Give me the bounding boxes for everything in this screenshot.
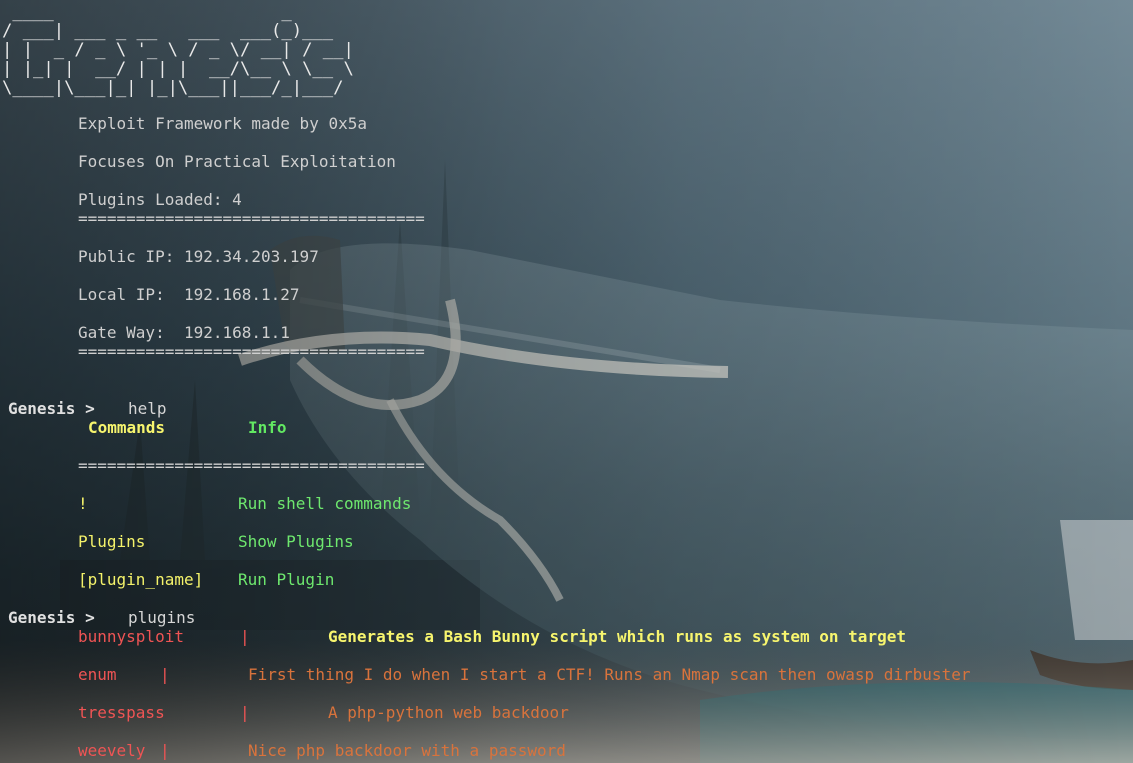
gateway-text: Gate Way: 192.168.1.1 — [78, 323, 290, 342]
prompt-label: Genesis > — [8, 608, 95, 627]
separator-line: ==================================== — [78, 342, 425, 361]
separator-line: ==================================== — [78, 209, 425, 228]
entered-command: help — [128, 399, 167, 418]
public-ip-text: Public IP: 192.34.203.197 — [78, 247, 319, 266]
plugin-description: First thing I do when I start a CTF! Run… — [248, 665, 971, 684]
plugins-loaded-text: Plugins Loaded: 4 — [78, 190, 242, 209]
plugin-description: Generates a Bash Bunny script which runs… — [328, 627, 906, 646]
plugin-separator: | — [160, 665, 170, 684]
command-name: [plugin_name] — [78, 570, 204, 589]
command-name: ! — [78, 494, 88, 513]
plugin-description: A php-python web backdoor — [328, 703, 569, 722]
plugin-separator: | — [240, 627, 250, 646]
plugin-separator: | — [160, 741, 170, 760]
command-info: Show Plugins — [238, 532, 354, 551]
terminal-window[interactable]: ____ _ / ___| ___ _ __ ___ ___(_)___ | |… — [0, 0, 1133, 763]
command-info: Run Plugin — [238, 570, 335, 589]
separator-line: ==================================== — [78, 456, 425, 475]
commands-header: Commands — [88, 418, 166, 437]
info-header: Info — [248, 418, 287, 437]
plugin-name: enum — [78, 665, 117, 684]
tagline-text: Exploit Framework made by 0x5a — [78, 114, 367, 133]
command-name: Plugins — [78, 532, 146, 551]
plugin-name: weevely — [78, 741, 146, 760]
plugin-separator: | — [240, 703, 250, 722]
plugin-description: Nice php backdoor with a password — [248, 741, 566, 760]
genesis-ascii-banner: ____ _ / ___| ___ _ __ ___ ___(_)___ | |… — [2, 2, 354, 98]
local-ip-text: Local IP: 192.168.1.27 — [78, 285, 300, 304]
prompt-label: Genesis > — [8, 399, 95, 418]
command-info: Run shell commands — [238, 494, 412, 513]
plugin-name: tresspass — [78, 703, 165, 722]
plugin-name: bunnysploit — [78, 627, 184, 646]
entered-command: plugins — [128, 608, 196, 627]
focus-text: Focuses On Practical Exploitation — [78, 152, 396, 171]
